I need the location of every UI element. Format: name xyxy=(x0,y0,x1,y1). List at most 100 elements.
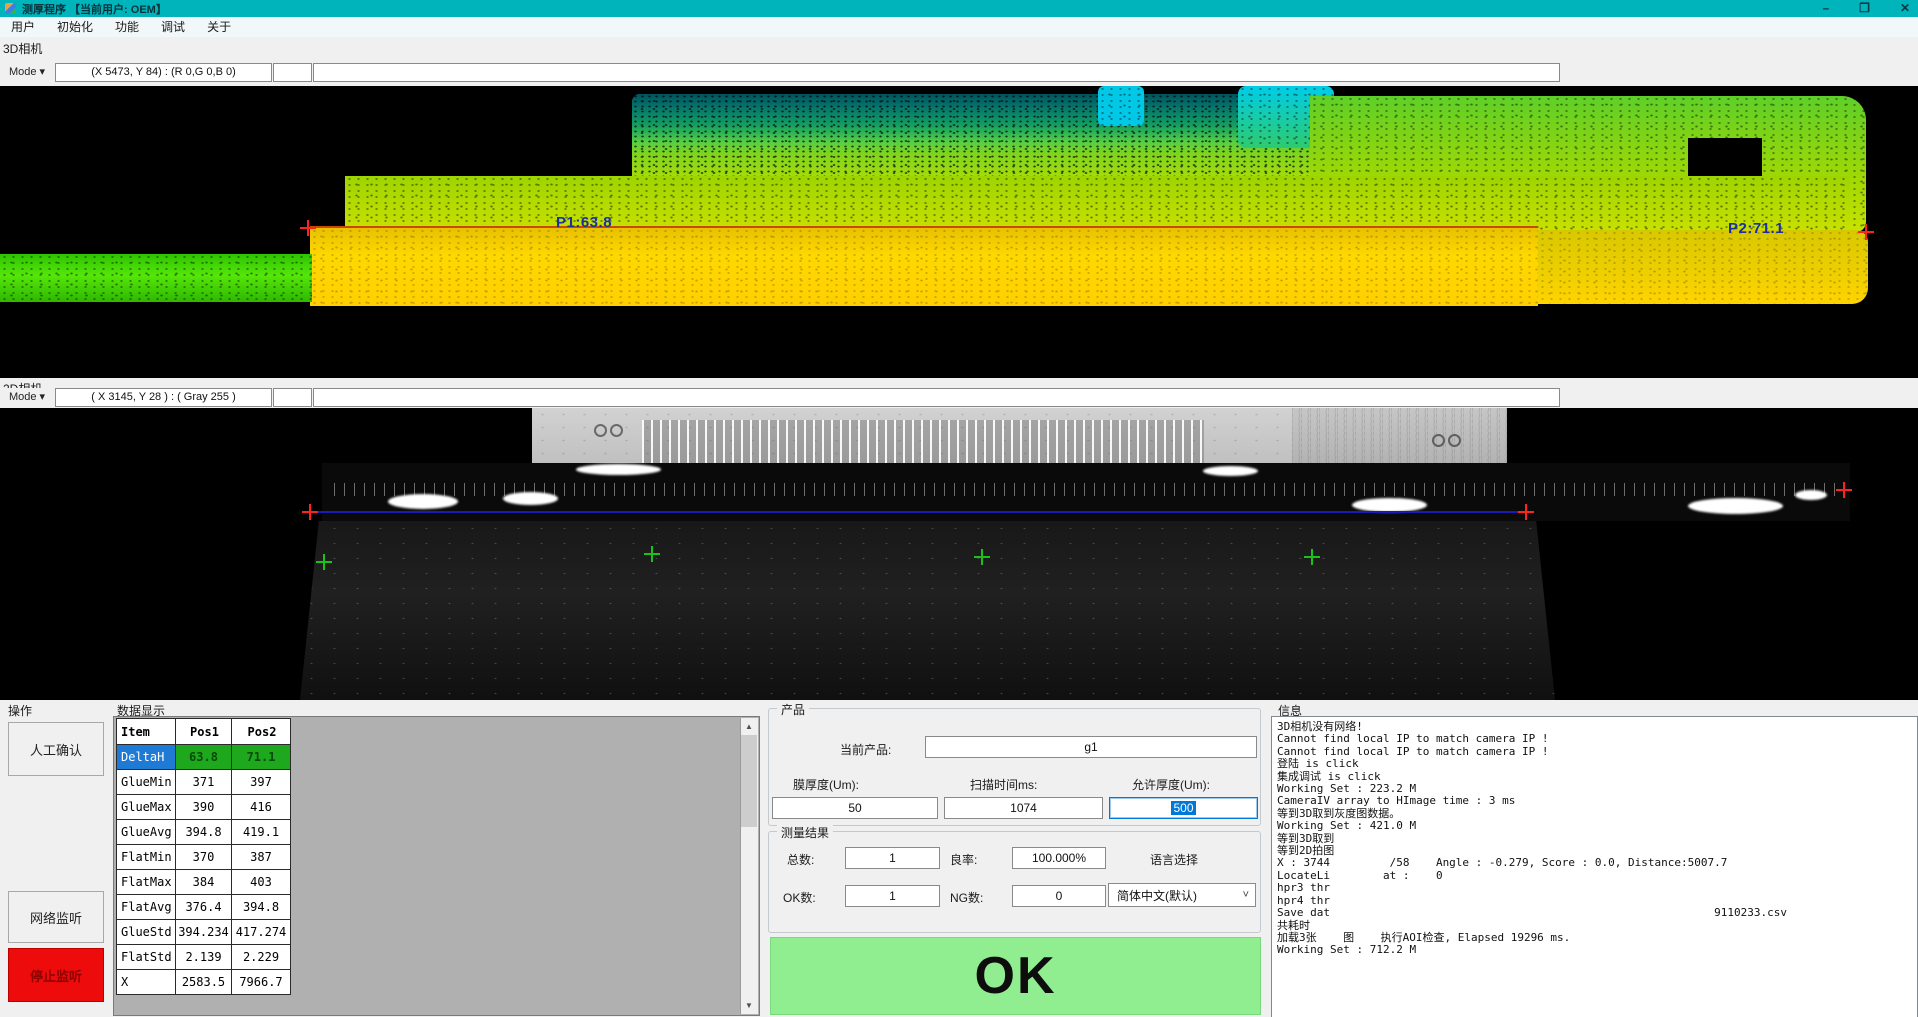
glue-blob xyxy=(576,464,661,475)
camera2d-mode-button[interactable]: Mode ▾ xyxy=(2,388,52,407)
ng-count-label: NG数: xyxy=(950,889,983,906)
grid-scrollbar[interactable]: ▲ ▼ xyxy=(740,718,758,1014)
camera3d-label: 3D相机 xyxy=(3,40,42,57)
camera2d-toolbar-box2 xyxy=(313,388,1560,407)
info-log[interactable]: 3D相机没有网络! Cannot find local IP to match … xyxy=(1271,716,1918,1017)
log-line: LocateLi at : 0 xyxy=(1277,870,1917,882)
total-field[interactable]: 1 xyxy=(845,847,940,869)
log-line: CameraIV array to HImage time : 3 ms xyxy=(1277,795,1917,807)
glue-blob xyxy=(1795,490,1827,500)
total-label: 总数: xyxy=(787,851,814,868)
yield-label: 良率: xyxy=(950,851,977,868)
scan-time-label: 扫描时间ms: xyxy=(970,776,1037,793)
log-line: hpr3 thr xyxy=(1277,882,1917,894)
result-status-panel: OK xyxy=(770,937,1261,1015)
crosshair-marker-red xyxy=(1836,482,1852,498)
ok-count-field[interactable]: 1 xyxy=(845,885,940,907)
camera3d-mode-button[interactable]: Mode ▾ xyxy=(2,63,52,82)
fpc-hole xyxy=(594,424,607,437)
log-line: Working Set : 421.0 M xyxy=(1277,820,1917,832)
camera3d-toolbar: Mode ▾ (X 5473, Y 84) : (R 0,G 0,B 0) xyxy=(0,63,1918,82)
table-row-deltah[interactable]: DeltaH63.871.1 xyxy=(117,745,291,770)
camera3d-toolbar-box xyxy=(273,63,312,82)
current-product-label: 当前产品: xyxy=(840,741,891,758)
ok-count-label: OK数: xyxy=(783,889,816,906)
menu-item-init[interactable]: 初始化 xyxy=(46,17,104,37)
fpc-hole xyxy=(1448,434,1461,447)
crosshair-marker-green xyxy=(974,549,990,565)
crosshair-marker-red xyxy=(1518,504,1534,520)
title-bar[interactable]: 测厚程序 【当前用户: OEM】 – ❐ ✕ xyxy=(0,0,1918,17)
allow-thickness-label: 允许厚度(Um): xyxy=(1132,776,1210,793)
log-line: Save dat 9110233.csv xyxy=(1277,907,1917,919)
film-thickness-label: 膜厚度(Um): xyxy=(793,776,859,793)
crosshair-marker-green xyxy=(644,546,660,562)
menu-bar: 用户 初始化 功能 调试 关于 xyxy=(0,17,1918,37)
language-select-dropdown[interactable]: 简体中文(默认) ˅ xyxy=(1108,883,1256,907)
scan-time-field[interactable]: 1074 xyxy=(944,797,1103,819)
glue-blob xyxy=(1203,466,1258,476)
close-icon[interactable]: ✕ xyxy=(1900,0,1910,17)
camera2d-toolbar-box xyxy=(273,388,312,407)
log-line: Cannot find local IP to match camera IP … xyxy=(1277,733,1917,745)
measure-line-blue xyxy=(316,511,1532,513)
yield-field[interactable]: 100.000% xyxy=(1012,847,1106,869)
table-row-glueavg[interactable]: GlueAvg394.8419.1 xyxy=(117,820,291,845)
scroll-down-icon[interactable]: ▼ xyxy=(741,997,757,1014)
heightmap-right-yellow xyxy=(1538,230,1868,304)
app-window: 测厚程序 【当前用户: OEM】 – ❐ ✕ 用户 初始化 功能 调试 关于 3… xyxy=(0,0,1918,1017)
table-row-gluestd[interactable]: GlueStd394.234417.274 xyxy=(117,920,291,945)
table-row-flatmax[interactable]: FlatMax384403 xyxy=(117,870,291,895)
table-row-gluemin[interactable]: GlueMin371397 xyxy=(117,770,291,795)
data-grid[interactable]: Item Pos1 Pos2 DeltaH63.871.1 GlueMin371… xyxy=(113,716,760,1016)
camera2d-pixel-status: ( X 3145, Y 28 ) : ( Gray 255 ) xyxy=(55,388,272,407)
table-row-flatmin[interactable]: FlatMin370387 xyxy=(117,845,291,870)
film-thickness-field[interactable]: 50 xyxy=(772,797,938,819)
log-line: Working Set : 712.2 M xyxy=(1277,944,1917,956)
scroll-up-icon[interactable]: ▲ xyxy=(741,718,757,735)
ng-count-field[interactable]: 0 xyxy=(1012,885,1106,907)
2d-grayscale-view[interactable] xyxy=(0,408,1918,700)
table-row-flatstd[interactable]: FlatStd2.1392.229 xyxy=(117,945,291,970)
glue-blob xyxy=(1688,498,1783,514)
menu-item-user[interactable]: 用户 xyxy=(0,17,46,37)
app-icon xyxy=(5,3,16,14)
p2-measure-label: P2:71.1 xyxy=(1728,220,1784,237)
manual-confirm-button[interactable]: 人工确认 xyxy=(8,722,104,776)
log-line: Cannot find local IP to match camera IP … xyxy=(1277,746,1917,758)
heightmap-green-bar xyxy=(0,254,312,302)
glue-blob xyxy=(503,492,558,505)
allow-thickness-field[interactable]: 500 xyxy=(1109,797,1258,819)
crosshair-marker-red xyxy=(300,220,316,236)
camera3d-toolbar-box2 xyxy=(313,63,1560,82)
table-header: Item Pos1 Pos2 xyxy=(117,719,291,745)
glue-blob xyxy=(1352,498,1427,512)
current-product-field[interactable]: g1 xyxy=(925,736,1257,758)
menu-item-debug[interactable]: 调试 xyxy=(150,17,196,37)
table-row-flatavg[interactable]: FlatAvg376.4394.8 xyxy=(117,895,291,920)
product-group-title: 产品 xyxy=(777,701,809,718)
camera3d-pixel-status: (X 5473, Y 84) : (R 0,G 0,B 0) xyxy=(55,63,272,82)
table-row-x[interactable]: X2583.57966.7 xyxy=(117,970,291,995)
log-line: 等到3D取到 xyxy=(1277,833,1917,845)
dropdown-arrow-icon: ▾ xyxy=(40,66,46,78)
combo-arrow-icon: ˅ xyxy=(1243,889,1249,901)
heightmap-cyan-patch xyxy=(1098,86,1144,126)
log-line: X : 3744 /58 Angle : -0.279, Score : 0.0… xyxy=(1277,857,1917,869)
results-group-title: 测量结果 xyxy=(777,824,833,841)
menu-item-function[interactable]: 功能 xyxy=(104,17,150,37)
3d-heightmap-view[interactable]: P1:63.8 P2:71.1 xyxy=(0,86,1918,378)
scrollbar-thumb[interactable] xyxy=(741,735,757,827)
minimize-icon[interactable]: – xyxy=(1822,0,1829,17)
menu-item-about[interactable]: 关于 xyxy=(196,17,242,37)
dropdown-arrow-icon: ▾ xyxy=(40,391,46,403)
heightmap-yellow-slab xyxy=(310,226,1538,306)
network-listen-button[interactable]: 网络监听 xyxy=(8,891,104,943)
crosshair-marker-red xyxy=(302,504,318,520)
glue-blob xyxy=(388,494,458,509)
table-row-gluemax[interactable]: GlueMax390416 xyxy=(117,795,291,820)
maximize-icon[interactable]: ❐ xyxy=(1859,0,1870,17)
window-title: 测厚程序 【当前用户: OEM】 xyxy=(22,1,167,17)
fpc-hole xyxy=(1432,434,1445,447)
stop-listen-button[interactable]: 停止监听 xyxy=(8,948,104,1002)
